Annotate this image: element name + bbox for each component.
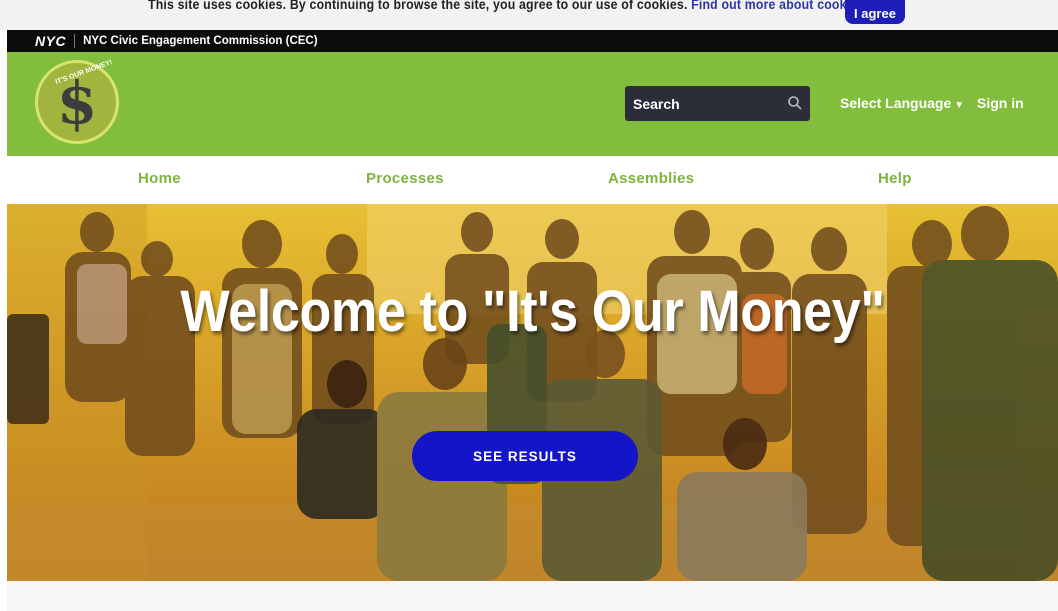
nav-item-home[interactable]: Home [138,170,181,187]
cookie-link[interactable]: Find out more about cookies [691,0,864,12]
language-label: Select Language [840,95,952,111]
page-bottom-area [7,581,1058,611]
dollar-icon: $ [56,69,98,137]
nav-item-assemblies[interactable]: Assemblies [608,170,694,187]
sign-in-link[interactable]: Sign in [977,95,1024,111]
site-header: IT'S OUR MONEY! $ Select Language▼ Sign … [7,52,1058,160]
nav-item-processes[interactable]: Processes [366,170,444,187]
search-box [625,86,810,121]
caret-down-icon: ▼ [954,100,965,111]
site-logo[interactable]: IT'S OUR MONEY! $ [35,59,119,144]
language-select[interactable]: Select Language ▼ [840,95,964,111]
divider [74,34,76,48]
cookie-banner: This site uses cookies. By continuing to… [0,0,1058,30]
cookie-text: This site uses cookies. By continuing to… [148,0,692,12]
search-icon[interactable] [787,95,803,111]
hero-banner: Welcome to "It's Our Money" SEE RESULTS [7,204,1058,581]
search-input[interactable] [631,92,785,116]
cookie-message: This site uses cookies. By continuing to… [148,0,879,13]
nyc-logo[interactable]: NYC [35,33,66,49]
nav-item-help[interactable]: Help [878,170,912,187]
agree-button[interactable]: I agree [845,0,905,24]
main-nav: Home Processes Assemblies Help [7,156,1058,204]
hero-group-photo [7,204,1058,581]
hero-title: Welcome to "It's Our Money" [180,279,885,344]
nyc-top-bar: NYC NYC Civic Engagement Commission (CEC… [7,30,1058,52]
see-results-button[interactable]: SEE RESULTS [412,431,638,481]
agency-name[interactable]: NYC Civic Engagement Commission (CEC) [83,35,318,47]
